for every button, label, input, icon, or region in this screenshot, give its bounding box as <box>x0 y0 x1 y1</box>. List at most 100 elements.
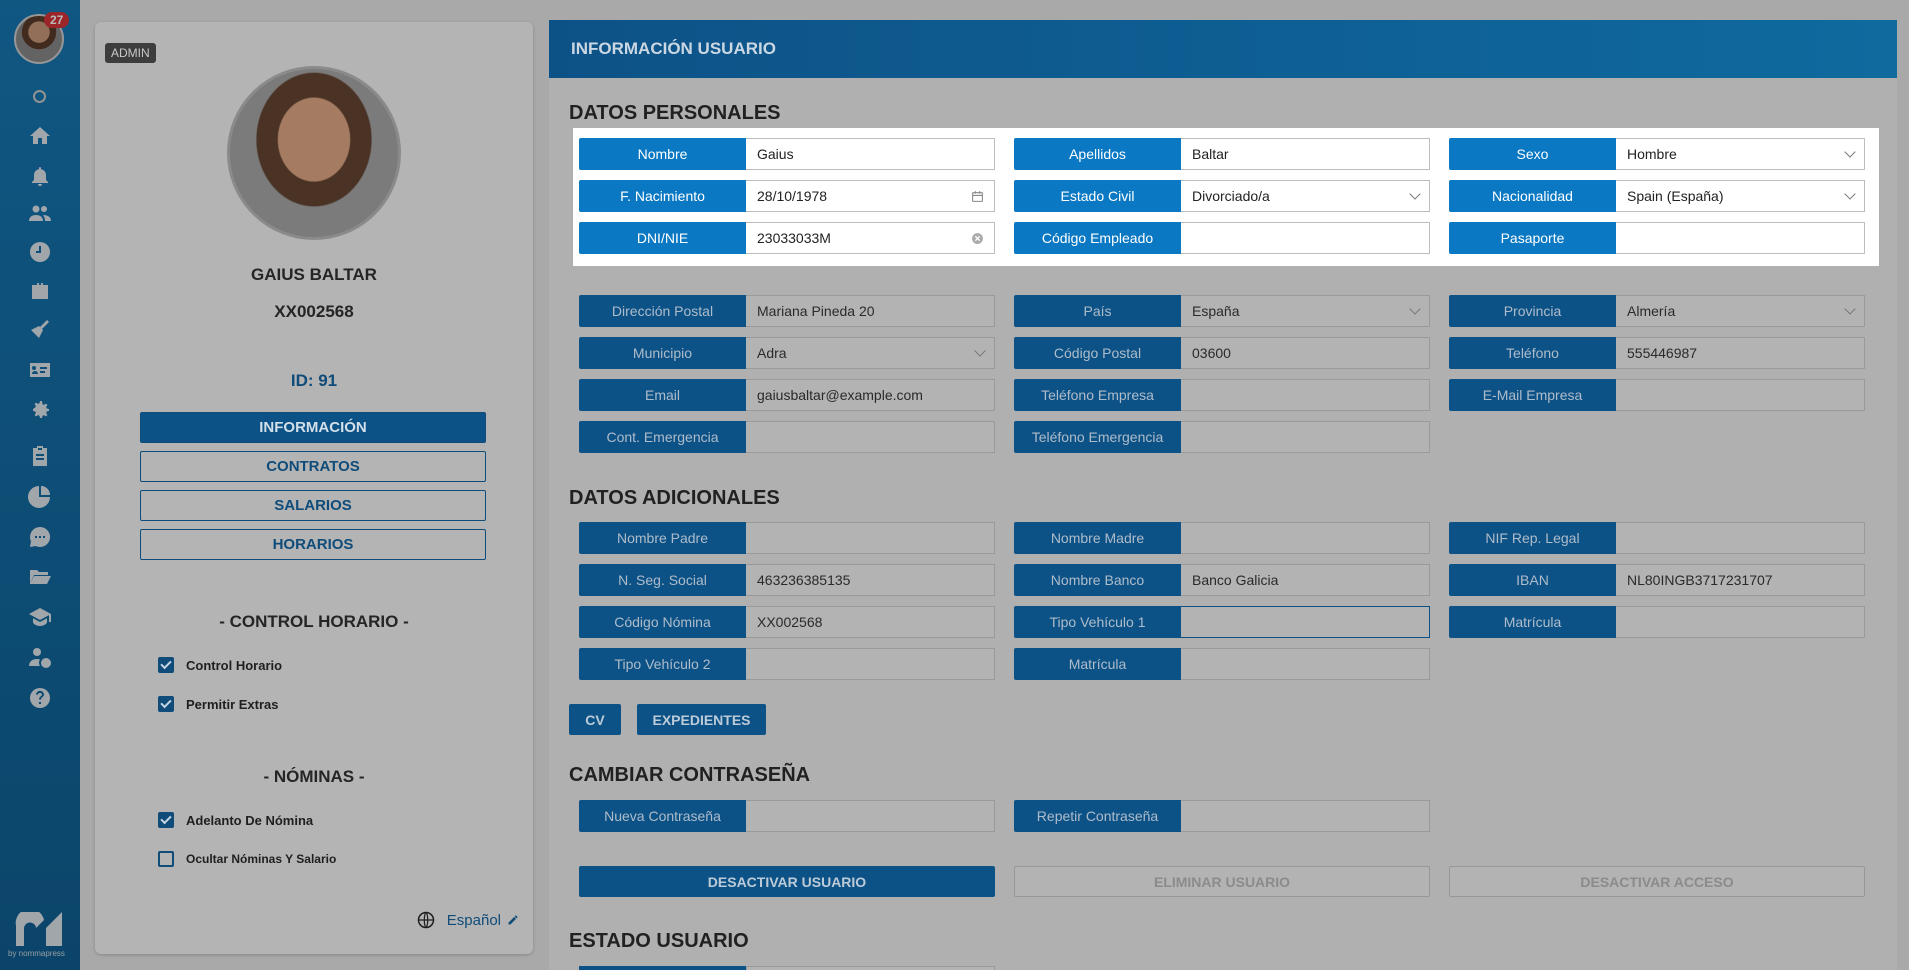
tipo-vehiculo-2-field[interactable]: Tipo Vehículo 2 <box>579 648 995 680</box>
direccion-field[interactable]: Dirección Postal Mariana Pineda 20 <box>579 295 995 327</box>
tab-contratos[interactable]: CONTRATOS <box>140 451 486 482</box>
fecha-nacimiento-input[interactable]: 28/10/1978 <box>746 180 995 212</box>
nueva-contrasena-input[interactable] <box>746 800 995 832</box>
iban-field[interactable]: IBAN NL80INGB3717231707 <box>1449 564 1865 596</box>
cv-button[interactable]: CV <box>569 704 621 735</box>
nombre-field[interactable]: Nombre Gaius <box>579 138 995 170</box>
email-input[interactable]: gaiusbaltar@example.com <box>746 379 995 411</box>
municipio-select[interactable]: Adra <box>746 337 995 369</box>
estado-civil-field[interactable]: Estado Civil Divorciado/a <box>1014 180 1430 212</box>
control-horario-checkbox[interactable]: Control Horario <box>158 657 282 673</box>
telefono-input[interactable]: 555446987 <box>1616 337 1865 369</box>
checkbox-checked-icon[interactable] <box>158 696 174 712</box>
eliminar-usuario-button[interactable]: ELIMINAR USUARIO <box>1014 866 1430 897</box>
estado-civil-select[interactable]: Divorciado/a <box>1181 180 1430 212</box>
adelanto-nomina-checkbox[interactable]: Adelanto De Nómina <box>158 812 313 828</box>
municipio-field[interactable]: Municipio Adra <box>579 337 995 369</box>
users-icon[interactable] <box>26 199 54 227</box>
matricula-2-input[interactable] <box>1181 648 1430 680</box>
matricula-2-field[interactable]: Matrícula <box>1014 648 1430 680</box>
chat-icon[interactable] <box>26 523 54 551</box>
checkbox-checked-icon[interactable] <box>158 657 174 673</box>
matricula-1-field[interactable]: Matrícula <box>1449 606 1865 638</box>
nombre-madre-field[interactable]: Nombre Madre <box>1014 522 1430 554</box>
direccion-input[interactable]: Mariana Pineda 20 <box>746 295 995 327</box>
folder-icon[interactable] <box>26 563 54 591</box>
help-icon[interactable] <box>26 684 54 712</box>
email-empresa-field[interactable]: E-Mail Empresa <box>1449 379 1865 411</box>
contacto-emergencia-field[interactable]: Cont. Emergencia <box>579 421 995 453</box>
codigo-nomina-field[interactable]: Código Nómina XX002568 <box>579 606 995 638</box>
permitir-extras-checkbox[interactable]: Permitir Extras <box>158 696 279 712</box>
email-field[interactable]: Email gaiusbaltar@example.com <box>579 379 995 411</box>
clock-icon[interactable] <box>26 238 54 266</box>
fecha-nacimiento-field[interactable]: F. Nacimiento 28/10/1978 <box>579 180 995 212</box>
clipboard-icon[interactable] <box>26 442 54 470</box>
tipo-vehiculo-1-input[interactable] <box>1181 606 1430 638</box>
pasaporte-input[interactable] <box>1616 222 1865 254</box>
checkbox-unchecked-icon[interactable] <box>158 851 174 867</box>
nombre-banco-field[interactable]: Nombre Banco Banco Galicia <box>1014 564 1430 596</box>
tipo-vehiculo-2-input[interactable] <box>746 648 995 680</box>
nombre-banco-input[interactable]: Banco Galicia <box>1181 564 1430 596</box>
desactivar-acceso-button[interactable]: DESACTIVAR ACCESO <box>1449 866 1865 897</box>
pais-field[interactable]: País España <box>1014 295 1430 327</box>
codigo-postal-input[interactable]: 03600 <box>1181 337 1430 369</box>
nombre-padre-input[interactable] <box>746 522 995 554</box>
bell-icon[interactable] <box>26 162 54 190</box>
sexo-select[interactable]: Hombre <box>1616 138 1865 170</box>
sexo-field[interactable]: Sexo Hombre <box>1449 138 1865 170</box>
contacto-emergencia-input[interactable] <box>746 421 995 453</box>
repetir-contrasena-field[interactable]: Repetir Contraseña <box>1014 800 1430 832</box>
codigo-empleado-field[interactable]: Código Empleado <box>1014 222 1430 254</box>
nombre-input[interactable]: Gaius <box>746 138 995 170</box>
codigo-nomina-input[interactable]: XX002568 <box>746 606 995 638</box>
seg-social-field[interactable]: N. Seg. Social 463236385135 <box>579 564 995 596</box>
graduation-cap-icon[interactable] <box>26 603 54 631</box>
id-card-icon[interactable] <box>26 356 54 384</box>
nombre-madre-input[interactable] <box>1181 522 1430 554</box>
nueva-contrasena-field[interactable]: Nueva Contraseña <box>579 800 995 832</box>
apellidos-field[interactable]: Apellidos Baltar <box>1014 138 1430 170</box>
iban-input[interactable]: NL80INGB3717231707 <box>1616 564 1865 596</box>
seg-social-input[interactable]: 463236385135 <box>746 564 995 596</box>
provincia-field[interactable]: Provincia Almería <box>1449 295 1865 327</box>
email-empresa-input[interactable] <box>1616 379 1865 411</box>
user-money-icon[interactable] <box>26 643 54 671</box>
language-selector[interactable]: Español <box>417 911 519 929</box>
tab-salarios[interactable]: SALARIOS <box>140 490 486 521</box>
nif-rep-legal-field[interactable]: NIF Rep. Legal <box>1449 522 1865 554</box>
telefono-emergencia-field[interactable]: Teléfono Emergencia <box>1014 421 1430 453</box>
clear-icon[interactable] <box>971 232 984 245</box>
codigo-postal-field[interactable]: Código Postal 03600 <box>1014 337 1430 369</box>
tab-horarios[interactable]: HORARIOS <box>140 529 486 560</box>
checkbox-checked-icon[interactable] <box>158 812 174 828</box>
repetir-contrasena-input[interactable] <box>1181 800 1430 832</box>
dni-input[interactable]: 23033033M <box>746 222 995 254</box>
telefono-empresa-field[interactable]: Teléfono Empresa <box>1014 379 1430 411</box>
apellidos-input[interactable]: Baltar <box>1181 138 1430 170</box>
telefono-empresa-input[interactable] <box>1181 379 1430 411</box>
calendar-icon[interactable] <box>971 190 984 203</box>
user-avatar[interactable]: 27 <box>14 12 70 64</box>
nif-rep-legal-input[interactable] <box>1616 522 1865 554</box>
nacionalidad-field[interactable]: Nacionalidad Spain (España) <box>1449 180 1865 212</box>
tab-informacion[interactable]: INFORMACIÓN <box>140 412 486 443</box>
gear-icon[interactable] <box>26 396 54 424</box>
pie-chart-icon[interactable] <box>26 482 54 510</box>
codigo-empleado-input[interactable] <box>1181 222 1430 254</box>
pasaporte-field[interactable]: Pasaporte <box>1449 222 1865 254</box>
broom-icon[interactable] <box>26 316 54 344</box>
matricula-1-input[interactable] <box>1616 606 1865 638</box>
provincia-select[interactable]: Almería <box>1616 295 1865 327</box>
expedientes-button[interactable]: EXPEDIENTES <box>637 704 766 735</box>
tipo-vehiculo-1-field[interactable]: Tipo Vehículo 1 <box>1014 606 1430 638</box>
language-label[interactable]: Español <box>447 912 501 929</box>
briefcase-icon[interactable] <box>26 277 54 305</box>
dni-field[interactable]: DNI/NIE 23033033M <box>579 222 995 254</box>
home-icon[interactable] <box>26 122 54 150</box>
telefono-field[interactable]: Teléfono 555446987 <box>1449 337 1865 369</box>
nombre-padre-field[interactable]: Nombre Padre <box>579 522 995 554</box>
pais-select[interactable]: España <box>1181 295 1430 327</box>
telefono-emergencia-input[interactable] <box>1181 421 1430 453</box>
